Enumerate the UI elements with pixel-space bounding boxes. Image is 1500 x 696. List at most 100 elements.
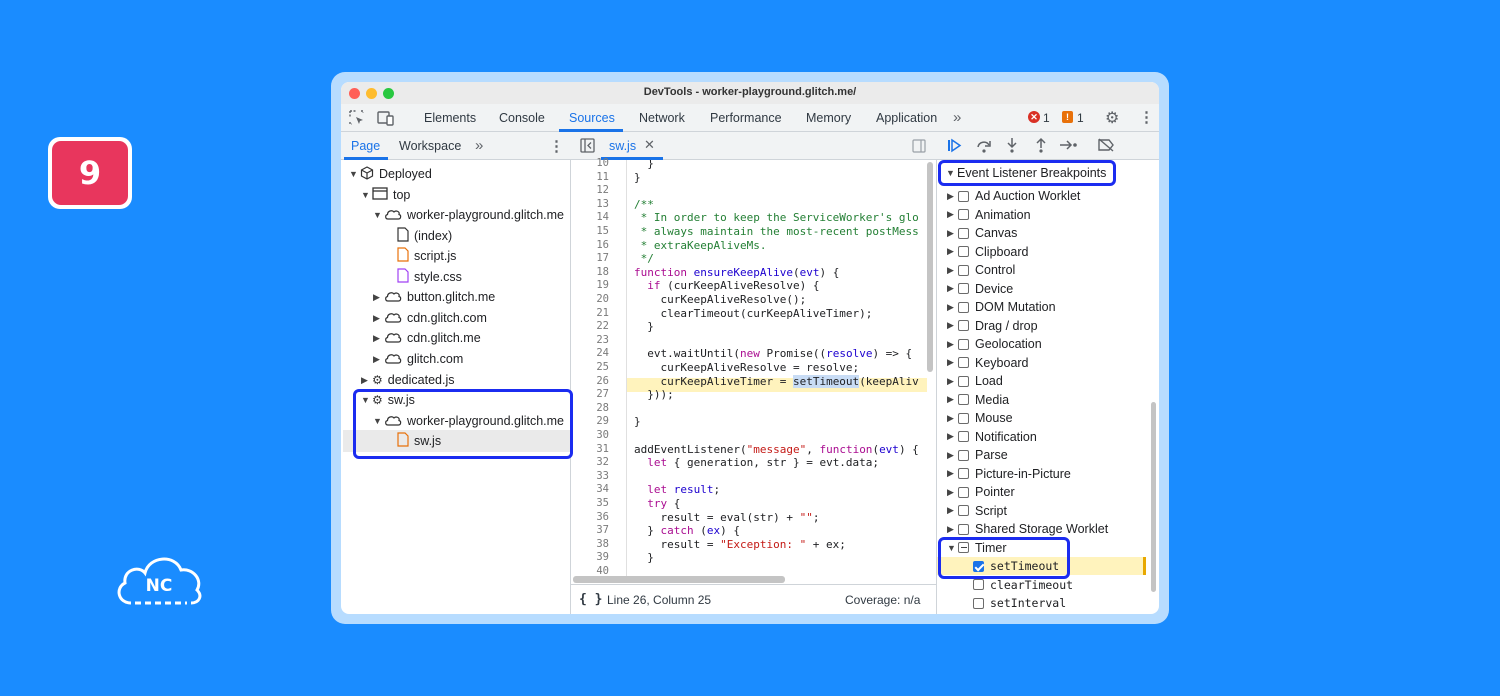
category-checkbox[interactable] [958,449,969,461]
tab-performance[interactable]: Performance [710,111,782,125]
tree-item-worker-playground[interactable]: ▼ worker-playground.glitch.me [373,205,564,225]
category-checkbox[interactable] [958,246,969,257]
category-checkbox[interactable] [958,468,969,479]
settings-gear-icon[interactable]: ⚙ [1105,108,1119,128]
collapse-arrow-icon[interactable]: ▶ [373,354,384,365]
tab-workspace[interactable]: Workspace [399,139,461,153]
breakpoint-category[interactable]: ▶ Control [947,261,1015,279]
breakpoint-category[interactable]: ▶ Notification [947,428,1037,446]
category-checkbox[interactable] [958,505,969,516]
breakpoint-setinterval[interactable]: setInterval [973,594,1066,612]
tab-network[interactable]: Network [639,111,685,125]
collapse-arrow-icon[interactable]: ▶ [947,505,958,516]
breakpoint-category[interactable]: ▶ Canvas [947,224,1017,242]
category-checkbox[interactable] [958,301,969,313]
tree-item-index[interactable]: (index) [397,226,452,246]
category-checkbox[interactable] [958,375,969,387]
step-into-icon[interactable] [1005,137,1019,157]
tab-sources[interactable]: Sources [569,111,615,125]
warning-icon[interactable]: ! [1062,111,1073,123]
tab-console[interactable]: Console [499,111,545,125]
sidebar-scrollbar[interactable] [1151,402,1156,592]
tree-item-deployed[interactable]: ▼ Deployed [349,164,432,184]
tree-item-cdn-glitch-com[interactable]: ▶ cdn.glitch.com [373,308,487,328]
collapse-arrow-icon[interactable]: ▶ [947,394,958,405]
breakpoint-category[interactable]: ▶ Drag / drop [947,317,1038,335]
setinterval-checkbox[interactable] [973,597,984,609]
collapse-arrow-icon[interactable]: ▶ [947,246,958,257]
breakpoint-category[interactable]: ▶ Clipboard [947,243,1029,261]
breakpoint-category[interactable]: ▶ Load [947,372,1003,390]
tab-elements[interactable]: Elements [424,111,476,125]
breakpoint-category[interactable]: ▶ DOM Mutation [947,298,1056,316]
tree-item-style-css[interactable]: style.css [397,267,462,287]
collapse-arrow-icon[interactable]: ▶ [947,265,958,276]
expand-arrow-icon[interactable]: ▼ [373,210,384,220]
close-tab-icon[interactable]: ✕ [644,137,655,153]
collapse-arrow-icon[interactable]: ▶ [947,283,958,294]
breakpoint-category[interactable]: ▶ Ad Auction Worklet [947,187,1080,205]
category-checkbox[interactable] [958,412,969,424]
collapse-arrow-icon[interactable]: ▶ [947,302,958,313]
category-checkbox[interactable] [958,357,969,368]
collapse-arrow-icon[interactable]: ▶ [373,333,384,344]
step-over-icon[interactable] [976,138,992,157]
editor-vertical-scrollbar[interactable] [927,162,933,372]
pretty-print-icon[interactable]: { } [579,592,602,607]
tab-application[interactable]: Application [876,111,937,125]
collapse-arrow-icon[interactable]: ▶ [947,487,958,498]
editor-horizontal-scrollbar[interactable] [573,576,785,583]
collapse-arrow-icon[interactable]: ▶ [947,228,958,239]
resume-icon[interactable] [947,138,962,156]
breakpoint-category[interactable]: ▶ Geolocation [947,335,1042,353]
category-checkbox[interactable] [958,431,969,442]
toggle-debugger-icon[interactable] [912,139,926,156]
breakpoint-category[interactable]: ▶ Pointer [947,483,1015,501]
file-tab-sw-js[interactable]: sw.js [609,139,636,153]
expand-arrow-icon[interactable]: ▼ [349,169,360,179]
collapse-arrow-icon[interactable]: ▶ [947,339,958,350]
category-checkbox[interactable] [958,523,969,535]
collapse-arrow-icon[interactable]: ▶ [947,376,958,387]
collapse-arrow-icon[interactable]: ▶ [373,292,384,303]
tree-item-script-js[interactable]: script.js [397,246,456,266]
deactivate-breakpoints-icon[interactable] [1097,138,1115,155]
category-checkbox[interactable] [958,394,969,405]
code-area[interactable]: } } /** * In order to keep the ServiceWo… [571,160,927,576]
breakpoint-category[interactable]: ▶ Mouse [947,409,1013,427]
tree-item-cdn-glitch-me[interactable]: ▶ cdn.glitch.me [373,328,481,348]
category-checkbox[interactable] [958,227,969,239]
more-navigator-tabs-icon[interactable]: » [475,137,483,154]
collapse-arrow-icon[interactable]: ▶ [947,413,958,424]
collapse-arrow-icon[interactable]: ▶ [947,450,958,461]
collapse-arrow-icon[interactable]: ▶ [947,191,958,202]
cleartimeout-checkbox[interactable] [973,579,984,590]
breakpoint-category[interactable]: ▶ Picture-in-Picture [947,465,1071,483]
more-tabs-chevron-icon[interactable]: » [953,109,961,126]
breakpoint-category[interactable]: ▶ Parse [947,446,1008,464]
breakpoint-category[interactable]: ▶ Animation [947,206,1031,224]
collapse-arrow-icon[interactable]: ▶ [947,357,958,368]
tab-memory[interactable]: Memory [806,111,851,125]
category-checkbox[interactable] [958,190,969,202]
more-options-icon[interactable]: ⋮ [1139,108,1154,126]
category-checkbox[interactable] [958,338,969,350]
breakpoint-category[interactable]: ▶ Shared Storage Worklet [947,520,1108,538]
step-icon[interactable] [1059,138,1079,155]
breakpoint-category[interactable]: ▶ Script [947,502,1007,520]
collapse-arrow-icon[interactable]: ▶ [947,209,958,220]
collapse-arrow-icon[interactable]: ▶ [947,524,958,535]
inspect-element-icon[interactable] [349,110,365,129]
collapse-arrow-icon[interactable]: ▶ [373,313,384,324]
step-out-icon[interactable] [1034,137,1048,157]
collapse-arrow-icon[interactable]: ▶ [947,431,958,442]
error-icon[interactable]: ✕ [1028,111,1040,123]
tree-item-dedicated-js[interactable]: ▶ ⚙ dedicated.js [361,370,454,390]
device-toolbar-icon[interactable] [377,110,395,129]
collapse-arrow-icon[interactable]: ▶ [947,468,958,479]
tree-item-glitch-com[interactable]: ▶ glitch.com [373,349,463,369]
tree-item-top[interactable]: ▼ top [361,185,410,205]
breakpoint-category[interactable]: ▶ Device [947,280,1013,298]
collapse-arrow-icon[interactable]: ▶ [947,320,958,331]
category-checkbox[interactable] [958,486,969,498]
